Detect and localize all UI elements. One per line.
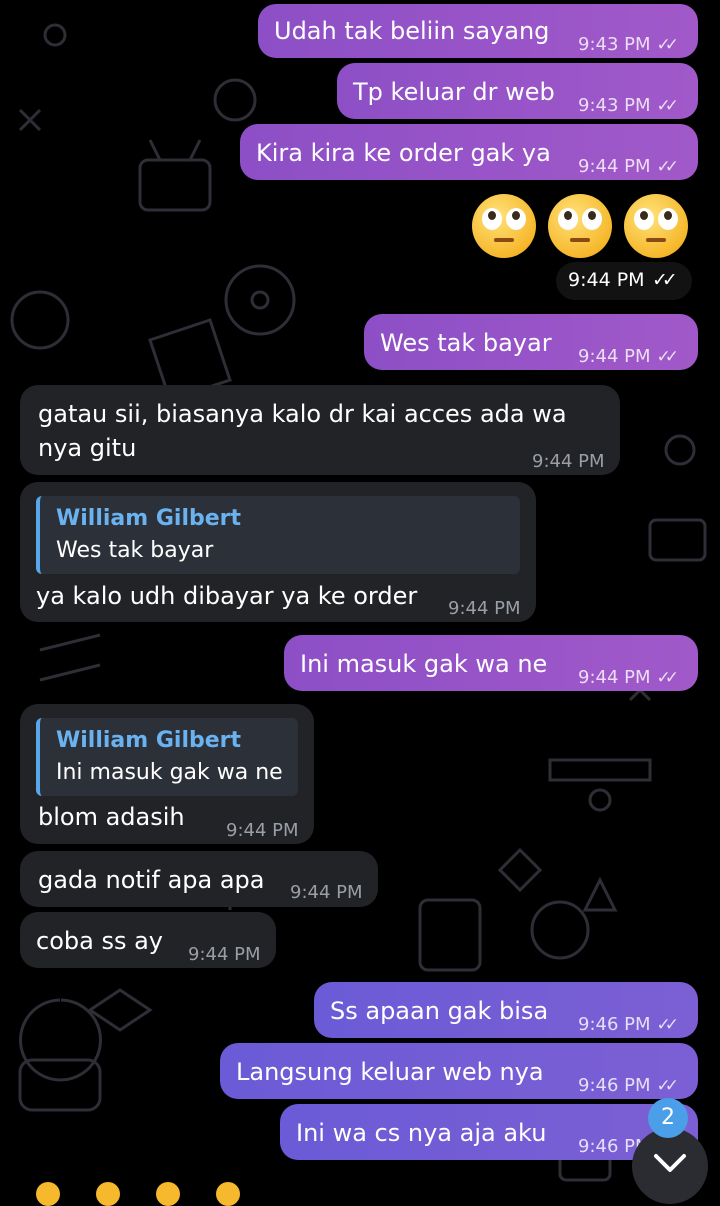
message-time: 9:44 PM	[290, 882, 363, 903]
emoji-peek-icon	[156, 1182, 180, 1206]
message-meta: 9:43 PM ✓✓	[578, 89, 679, 123]
message-time: 9:44 PM	[578, 667, 651, 688]
eye-roll-emoji-icon	[548, 194, 612, 258]
read-ticks-icon: ✓✓	[656, 668, 679, 688]
message-text: ya kalo udh dibayar ya ke order	[36, 582, 418, 610]
message-text: gada notif apa apa	[38, 866, 265, 894]
reply-quote-text: Wes tak bayar	[56, 538, 214, 563]
message-text: Wes tak bayar	[380, 329, 552, 357]
message-time: 9:44 PM	[226, 820, 299, 841]
eye-roll-emoji-icon	[472, 194, 536, 258]
unread-count-badge: 2	[648, 1098, 688, 1138]
message-text: coba ss ay	[36, 927, 163, 955]
read-ticks-icon: ✓✓	[656, 96, 679, 116]
message-meta: 9:44 PM ✓✓	[578, 150, 679, 184]
read-ticks-icon: ✓✓	[656, 1015, 679, 1035]
eye-roll-emoji-icon	[624, 194, 688, 258]
message-outgoing[interactable]: Ss apaan gak bisa 9:46 PM ✓✓	[314, 982, 698, 1038]
read-ticks-icon: ✓✓	[656, 35, 679, 55]
message-incoming[interactable]: gada notif apa apa 9:44 PM	[20, 851, 378, 907]
emoji-peek-icon	[216, 1182, 240, 1206]
message-time: 9:43 PM	[578, 95, 651, 116]
message-text: Ini wa cs nya aja aku	[296, 1119, 547, 1147]
message-meta: 9:44 PM ✓✓	[578, 340, 679, 374]
read-ticks-icon: ✓✓	[652, 269, 678, 291]
message-incoming-reply[interactable]: William Gilbert Wes tak bayar ya kalo ud…	[20, 482, 536, 622]
read-ticks-icon: ✓✓	[656, 157, 679, 177]
message-outgoing[interactable]: Langsung keluar web nya 9:46 PM ✓✓	[220, 1043, 698, 1099]
emoji-peek-icon	[36, 1182, 60, 1206]
message-text: Langsung keluar web nya	[236, 1058, 544, 1086]
emoji-peek-icon	[96, 1182, 120, 1206]
message-outgoing[interactable]: Kira kira ke order gak ya 9:44 PM ✓✓	[240, 124, 698, 180]
scroll-to-bottom-button[interactable]	[632, 1128, 708, 1204]
reply-quote[interactable]: William Gilbert Ini masuk gak wa ne	[36, 718, 298, 796]
read-ticks-icon: ✓✓	[656, 1076, 679, 1096]
message-meta: 9:43 PM ✓✓	[578, 28, 679, 62]
message-text-line: nya gitu	[38, 434, 137, 462]
message-outgoing[interactable]: Ini masuk gak wa ne 9:44 PM ✓✓	[284, 635, 698, 691]
message-text: Ss apaan gak bisa	[330, 997, 549, 1025]
message-meta: 9:44 PM ✓✓	[556, 262, 692, 300]
message-text: Kira kira ke order gak ya	[256, 139, 551, 167]
message-time: 9:43 PM	[578, 34, 651, 55]
message-time: 9:46 PM	[578, 1014, 651, 1035]
reply-sender-name: William Gilbert	[56, 728, 242, 753]
message-incoming-reply[interactable]: William Gilbert Ini masuk gak wa ne blom…	[20, 704, 314, 844]
message-outgoing[interactable]: Wes tak bayar 9:44 PM ✓✓	[364, 314, 698, 370]
message-time: 9:46 PM	[578, 1075, 651, 1096]
message-incoming[interactable]: coba ss ay 9:44 PM	[20, 912, 276, 968]
message-time: 9:44 PM	[188, 944, 261, 965]
message-meta: 9:46 PM✓✓	[578, 1069, 679, 1103]
message-time: 9:44 PM	[578, 156, 651, 177]
message-text-line: gatau sii, biasanya kalo dr kai acces ad…	[38, 400, 567, 428]
reply-quote-text: Ini masuk gak wa ne	[56, 760, 283, 785]
message-outgoing[interactable]: Udah tak beliin sayang 9:43 PM ✓✓	[258, 4, 698, 58]
chevron-down-icon	[654, 1154, 686, 1172]
message-meta: 9:46 PM✓✓	[578, 1008, 679, 1042]
message-time: 9:44 PM	[448, 598, 521, 619]
message-outgoing[interactable]: Tp keluar dr web 9:43 PM ✓✓	[337, 63, 698, 119]
message-incoming[interactable]: gatau sii, biasanya kalo dr kai acces ad…	[20, 385, 620, 475]
message-text: blom adasih	[38, 803, 185, 831]
message-text: Ini masuk gak wa ne	[300, 650, 548, 678]
reply-sender-name: William Gilbert	[56, 506, 242, 531]
message-text: Udah tak beliin sayang	[274, 17, 550, 45]
message-meta: 9:44 PM ✓✓	[578, 661, 679, 695]
message-time: 9:44 PM	[578, 346, 651, 367]
reply-quote[interactable]: William Gilbert Wes tak bayar	[36, 496, 520, 574]
message-time: 9:44 PM	[532, 451, 605, 472]
read-ticks-icon: ✓✓	[656, 347, 679, 367]
message-text: Tp keluar dr web	[353, 78, 555, 106]
message-time: 9:44 PM	[568, 269, 645, 291]
